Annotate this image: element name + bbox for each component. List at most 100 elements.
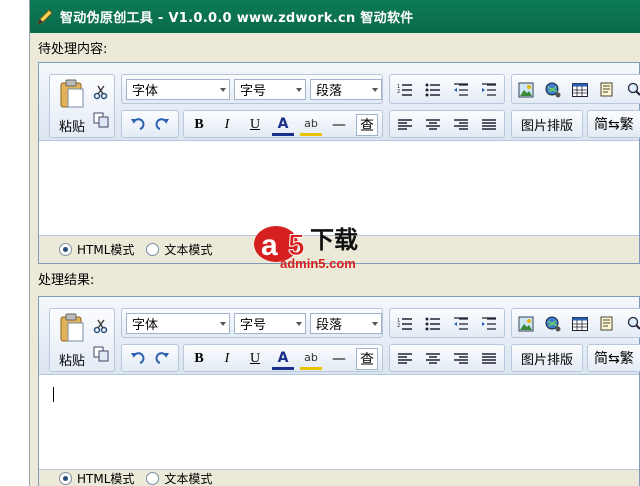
insert-table-button[interactable] xyxy=(569,313,591,335)
pen-icon xyxy=(34,6,56,28)
text-mode-radio[interactable]: 文本模式 xyxy=(146,241,212,258)
html-mode-radio[interactable]: HTML模式 xyxy=(59,241,134,258)
ordered-list-button[interactable]: 12 xyxy=(394,79,416,101)
svg-text:a: a xyxy=(261,229,278,262)
chevron-down-icon xyxy=(296,322,302,326)
svg-text:下载: 下载 xyxy=(310,226,358,254)
html-mode-radio[interactable]: HTML模式 xyxy=(59,470,134,486)
svg-text:admin5.com: admin5.com xyxy=(280,256,356,271)
redo-button[interactable] xyxy=(152,348,174,370)
table-icon xyxy=(572,317,588,331)
unordered-list-button[interactable] xyxy=(422,79,444,101)
outdent-button[interactable] xyxy=(450,313,472,335)
find-button[interactable]: 查 xyxy=(356,114,378,136)
highlight-button[interactable]: ab xyxy=(300,348,322,370)
insert-template-button[interactable] xyxy=(596,79,618,101)
align-right-icon xyxy=(453,118,469,132)
font-select[interactable]: 字体 xyxy=(126,79,230,100)
undo-button[interactable] xyxy=(126,114,148,136)
chevron-down-icon xyxy=(372,88,378,92)
font-select[interactable]: 字体 xyxy=(126,313,230,334)
text-mode-label: 文本模式 xyxy=(164,472,213,486)
cut-button[interactable] xyxy=(90,315,112,337)
insert-flash-button[interactable] xyxy=(542,313,564,335)
result-editor-toolbar: 粘贴 字体 字号 段落 B I U A ab — 查 1 2 图片排版 简⇆繁 xyxy=(39,297,640,375)
left-window-edge xyxy=(0,0,30,486)
indent-button[interactable] xyxy=(478,313,500,335)
outdent-icon xyxy=(453,317,469,331)
highlight-button[interactable]: ab xyxy=(300,114,322,136)
align-center-button[interactable] xyxy=(422,114,444,136)
result-mode-bar: HTML模式 文本模式 xyxy=(39,469,639,486)
image-layout-button[interactable]: 图片排版 xyxy=(514,112,580,136)
ordered-list-icon: 12 xyxy=(397,317,413,331)
outdent-button[interactable] xyxy=(450,79,472,101)
insert-template-button[interactable] xyxy=(596,313,618,335)
simp-trad-button[interactable]: 简⇆繁 xyxy=(590,112,640,136)
list-group: 12 xyxy=(389,74,505,104)
paste-icon xyxy=(59,79,85,112)
copy-button[interactable] xyxy=(90,343,112,365)
underline-button[interactable]: U xyxy=(244,114,266,136)
insert-image-button[interactable] xyxy=(515,79,537,101)
align-left-icon xyxy=(397,118,413,132)
bold-button[interactable]: B xyxy=(188,348,210,370)
align-right-button[interactable] xyxy=(450,114,472,136)
align-group xyxy=(389,344,505,372)
simp-trad-group: 简⇆繁 xyxy=(587,344,640,372)
preview-button[interactable] xyxy=(623,79,640,101)
size-select-value: 字号 xyxy=(240,84,267,99)
result-edit-area[interactable] xyxy=(39,375,639,467)
indent-icon xyxy=(481,317,497,331)
paste-button[interactable]: 粘贴 xyxy=(54,79,90,141)
bold-button[interactable]: B xyxy=(188,114,210,136)
indent-button[interactable] xyxy=(478,79,500,101)
insert-image-button[interactable] xyxy=(515,313,537,335)
chevron-down-icon xyxy=(220,322,226,326)
italic-button[interactable]: I xyxy=(216,114,238,136)
font-color-button[interactable]: A xyxy=(272,348,294,370)
image-layout-button[interactable]: 图片排版 xyxy=(514,346,580,370)
find-button[interactable]: 查 xyxy=(356,348,378,370)
justify-icon xyxy=(481,118,497,132)
text-mode-radio[interactable]: 文本模式 xyxy=(146,470,212,486)
chevron-down-icon xyxy=(296,88,302,92)
preview-button[interactable] xyxy=(623,313,640,335)
font-color-button[interactable]: A xyxy=(272,114,294,136)
unordered-list-icon xyxy=(425,317,441,331)
hr-button[interactable]: — xyxy=(328,348,350,370)
italic-button[interactable]: I xyxy=(216,348,238,370)
copy-icon xyxy=(93,112,109,128)
underline-button[interactable]: U xyxy=(244,348,266,370)
size-select[interactable]: 字号 xyxy=(234,79,306,100)
input-editor-toolbar: 粘贴 字体 字号 段落 B I U A ab — 查 1 2 图片排版 简⇆繁 xyxy=(39,63,640,141)
hr-button[interactable]: — xyxy=(328,114,350,136)
insert-flash-button[interactable] xyxy=(542,79,564,101)
simp-trad-button[interactable]: 简⇆繁 xyxy=(590,346,640,370)
align-right-button[interactable] xyxy=(450,348,472,370)
align-center-button[interactable] xyxy=(422,348,444,370)
align-left-button[interactable] xyxy=(394,114,416,136)
align-left-button[interactable] xyxy=(394,348,416,370)
paste-button[interactable]: 粘贴 xyxy=(54,313,90,375)
copy-button[interactable] xyxy=(90,109,112,131)
justify-button[interactable] xyxy=(478,348,500,370)
unordered-list-button[interactable] xyxy=(422,313,444,335)
font-select-value: 字体 xyxy=(132,84,159,99)
paragraph-select-value: 段落 xyxy=(316,318,343,333)
clipboard-group: 粘贴 xyxy=(49,308,115,372)
flash-icon xyxy=(545,316,561,332)
image-icon xyxy=(518,316,534,332)
size-select[interactable]: 字号 xyxy=(234,313,306,334)
undo-icon xyxy=(129,351,145,367)
redo-button[interactable] xyxy=(152,114,174,136)
undo-button[interactable] xyxy=(126,348,148,370)
justify-button[interactable] xyxy=(478,114,500,136)
paragraph-select[interactable]: 段落 xyxy=(310,79,382,100)
ordered-list-button[interactable]: 12 xyxy=(394,313,416,335)
cut-button[interactable] xyxy=(90,81,112,103)
paragraph-select[interactable]: 段落 xyxy=(310,313,382,334)
insert-table-button[interactable] xyxy=(569,79,591,101)
font-group: 字体 字号 段落 xyxy=(121,74,383,104)
undo-icon xyxy=(129,117,145,133)
